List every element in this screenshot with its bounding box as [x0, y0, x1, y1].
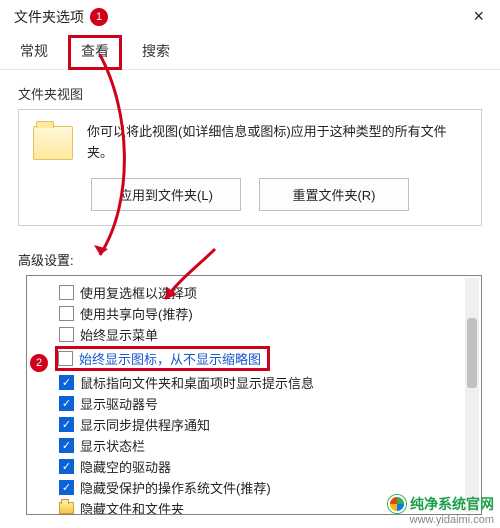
- list-item-label: 使用共享向导(推荐): [80, 304, 193, 323]
- folder-icon: [33, 126, 73, 160]
- list-item-label: 隐藏空的驱动器: [80, 457, 171, 476]
- annotation-marker-2: 2: [30, 354, 48, 372]
- list-item-label: 始终显示图标，从不显示缩略图: [79, 349, 261, 368]
- checkbox-icon[interactable]: [59, 306, 74, 321]
- advanced-settings-list[interactable]: 使用复选框以选择项 使用共享向导(推荐) 始终显示菜单 始终显示图标，从不显示缩…: [26, 275, 482, 515]
- list-item-label: 隐藏文件和文件夹: [80, 499, 184, 515]
- watermark-logo-icon: [388, 495, 406, 513]
- list-item[interactable]: 显示驱动器号: [37, 393, 477, 414]
- checkbox-icon[interactable]: [59, 480, 74, 495]
- watermark-url: www.yidaimi.com: [410, 514, 494, 526]
- list-item[interactable]: 鼠标指向文件夹和桌面项时显示提示信息: [37, 372, 477, 393]
- list-item[interactable]: 始终显示菜单: [37, 324, 477, 345]
- list-item-label: 显示状态栏: [80, 436, 145, 455]
- checkbox-icon[interactable]: [59, 396, 74, 411]
- tab-search[interactable]: 搜索: [140, 35, 172, 69]
- list-item-label: 显示驱动器号: [80, 394, 158, 413]
- list-item[interactable]: 使用共享向导(推荐): [37, 303, 477, 324]
- checkbox-icon[interactable]: [59, 327, 74, 342]
- list-item-label: 使用复选框以选择项: [80, 283, 197, 302]
- folder-views-panel: 你可以将此视图(如详细信息或图标)应用于这种类型的所有文件夹。 应用到文件夹(L…: [18, 109, 482, 226]
- checkbox-icon[interactable]: [58, 351, 73, 366]
- folder-views-description: 你可以将此视图(如详细信息或图标)应用于这种类型的所有文件夹。: [87, 122, 467, 164]
- scrollbar[interactable]: [465, 278, 479, 512]
- list-item[interactable]: 使用复选框以选择项: [37, 282, 477, 303]
- tab-general[interactable]: 常规: [18, 35, 50, 69]
- apply-to-folders-button[interactable]: 应用到文件夹(L): [91, 178, 241, 211]
- list-item[interactable]: 显示同步提供程序通知: [37, 414, 477, 435]
- checkbox-icon[interactable]: [59, 285, 74, 300]
- tab-bar: 常规 查看 搜索: [0, 29, 500, 70]
- checkbox-icon[interactable]: [59, 375, 74, 390]
- close-button[interactable]: ×: [467, 6, 490, 27]
- checkbox-icon[interactable]: [59, 459, 74, 474]
- scrollbar-thumb[interactable]: [467, 318, 477, 388]
- folder-views-label: 文件夹视图: [18, 84, 482, 103]
- list-item[interactable]: 隐藏空的驱动器: [37, 456, 477, 477]
- checkbox-icon[interactable]: [59, 438, 74, 453]
- reset-folders-button[interactable]: 重置文件夹(R): [259, 178, 409, 211]
- list-item-highlighted[interactable]: 始终显示图标，从不显示缩略图: [37, 345, 477, 372]
- list-item-label: 鼠标指向文件夹和桌面项时显示提示信息: [80, 373, 314, 392]
- list-item-label: 隐藏受保护的操作系统文件(推荐): [80, 478, 271, 497]
- list-item[interactable]: 显示状态栏: [37, 435, 477, 456]
- folder-small-icon: [59, 502, 74, 514]
- watermark: 纯净系统官网 www.yidaimi.com: [388, 494, 494, 526]
- window-title: 文件夹选项: [14, 7, 84, 27]
- tab-view[interactable]: 查看: [68, 35, 122, 70]
- checkbox-icon[interactable]: [59, 417, 74, 432]
- annotation-marker-1: 1: [90, 8, 108, 26]
- list-item-label: 始终显示菜单: [80, 325, 158, 344]
- list-item-label: 显示同步提供程序通知: [80, 415, 210, 434]
- advanced-settings-label: 高级设置:: [18, 250, 482, 269]
- watermark-brand: 纯净系统官网: [410, 494, 494, 514]
